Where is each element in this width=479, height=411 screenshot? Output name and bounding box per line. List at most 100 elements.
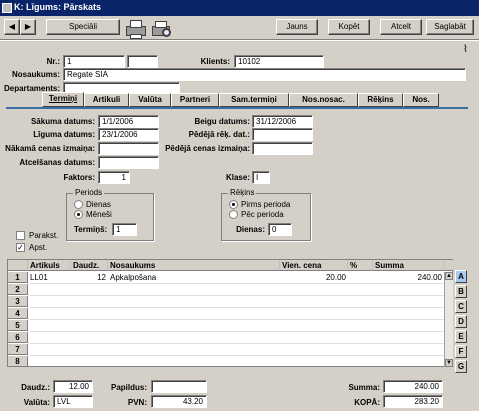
print-preview-icon[interactable] [150, 18, 174, 40]
new-button[interactable]: Jauns [276, 19, 318, 35]
last-invoice-date-label: Pēdējā rēķ. dat.: [188, 130, 250, 139]
last-invoice-date-field[interactable] [252, 128, 313, 141]
last-price-change-field[interactable] [252, 142, 313, 155]
scroll-up-icon[interactable]: ▲ [445, 272, 453, 280]
nr-label: Nr.: [46, 57, 60, 66]
tab-terms[interactable]: Termiņi [42, 92, 84, 107]
term-field[interactable]: 1 [112, 223, 137, 236]
end-date-field[interactable]: 31/12/2006 [252, 115, 313, 128]
tab-delivery-terms[interactable]: Nos.nosac. [289, 93, 358, 107]
tab-items[interactable]: Artikuli [84, 93, 129, 107]
footer-extra-field [151, 380, 207, 393]
row-number[interactable]: 6 [8, 332, 28, 343]
row-letter-g-button[interactable]: G [455, 360, 467, 373]
previous-record-button[interactable]: ◀ [4, 19, 20, 35]
window-icon [2, 3, 12, 13]
row-letter-d-button[interactable]: D [455, 315, 467, 328]
row-divider [28, 355, 449, 356]
invoice-group-title: Rēķins [228, 188, 257, 197]
row-letter-c-button[interactable]: C [455, 300, 467, 313]
nr-suffix-field[interactable] [127, 55, 158, 68]
tab-strip-underline [6, 107, 468, 109]
row-letter-b-button[interactable]: B [455, 285, 467, 298]
start-date-label: Sākuma datums: [30, 117, 95, 126]
items-table[interactable]: Artikuls Daudz. Nosaukums Vien. cena % S… [7, 259, 453, 367]
period-days-radio[interactable] [74, 200, 83, 209]
tab-items-label: Artikuli [92, 95, 121, 104]
special-button[interactable]: Speciāli [46, 19, 120, 35]
arrow-left-icon: ◀ [8, 22, 16, 31]
tab-delivery-terms-label: Nos.nosac. [302, 95, 345, 104]
row-number[interactable]: 5 [8, 320, 28, 331]
contract-date-field[interactable]: 23/1/2006 [98, 128, 159, 141]
cell-pct[interactable] [348, 272, 371, 283]
end-date-label: Beigu datums: [194, 117, 250, 126]
invoice-days-label: Dienas: [236, 225, 265, 234]
client-field[interactable]: 10102 [234, 55, 324, 68]
footer-total-field: 283.20 [383, 395, 443, 408]
row-letter-a-button[interactable]: A [455, 270, 467, 283]
factor-label: Faktors: [63, 173, 95, 182]
class-field[interactable]: I [252, 171, 270, 184]
footer-vat-label: PVN: [127, 398, 147, 407]
footer-currency-field[interactable]: LVL [53, 395, 93, 408]
next-price-change-label: Nākamā cenas izmaiņa: [5, 144, 95, 153]
tab-agreed-terms[interactable]: Sam.termiņi [219, 93, 289, 107]
cell-sum[interactable]: 240.00 [373, 272, 442, 283]
copy-button[interactable]: Kopēt [328, 19, 370, 35]
col-header-name[interactable]: Nosaukums [108, 260, 280, 271]
scroll-down-icon[interactable]: ▼ [445, 359, 453, 367]
row-divider [28, 295, 449, 296]
row-number[interactable]: 3 [8, 296, 28, 307]
invoice-before-radio[interactable] [229, 200, 238, 209]
cancellation-date-field[interactable] [98, 156, 159, 169]
cancel-button[interactable]: Atcelt [380, 19, 422, 35]
col-header-pct[interactable]: % [348, 260, 373, 271]
cancellation-date-label: Atcelšanas datums: [19, 158, 95, 167]
col-header-qty[interactable]: Daudz. [71, 260, 108, 271]
footer-total-label: KOPĀ: [354, 398, 380, 407]
cell-name[interactable]: Apkalpošana [110, 272, 278, 283]
tab-partners[interactable]: Partneri [171, 93, 219, 107]
row-number[interactable]: 1 [8, 272, 28, 283]
row-letter-e-button[interactable]: E [455, 330, 467, 343]
next-price-change-field[interactable] [98, 142, 159, 155]
row-number[interactable]: 4 [8, 308, 28, 319]
cell-item[interactable]: LL01 [30, 272, 70, 283]
row-number[interactable]: 7 [8, 344, 28, 355]
tab-currency[interactable]: Valūta [129, 93, 171, 107]
approved-checkbox[interactable]: ✓ [16, 243, 25, 252]
footer-vat-field: 43.20 [151, 395, 207, 408]
last-price-change-label: Pēdējā cenas izmaiņa: [165, 144, 250, 153]
tab-agreed-terms-label: Sam.termiņi [231, 95, 277, 104]
cell-price[interactable]: 20.00 [280, 272, 346, 283]
invoice-after-label: Pēc perioda [241, 210, 284, 219]
toolbar-divider [0, 39, 479, 41]
signed-checkbox[interactable] [16, 231, 25, 240]
invoice-after-radio[interactable] [229, 210, 238, 219]
paperclip-icon[interactable]: ⌇ [463, 44, 471, 57]
factor-field[interactable]: 1 [98, 171, 130, 184]
cell-qty[interactable]: 12 [71, 272, 106, 283]
row-number[interactable]: 8 [8, 356, 28, 367]
save-button[interactable]: Saglabāt [426, 19, 474, 35]
col-header-price[interactable]: Vien. cena [280, 260, 348, 271]
row-number[interactable]: 2 [8, 284, 28, 295]
start-date-field[interactable]: 1/1/2006 [98, 115, 159, 128]
tab-delivery[interactable]: Nos. [403, 93, 439, 107]
name-field[interactable]: Regate SIA [63, 68, 466, 81]
col-header-sum[interactable]: Summa [373, 260, 444, 271]
period-months-radio[interactable] [74, 210, 83, 219]
class-label: Klase: [225, 173, 250, 182]
client-label: Klients: [200, 57, 230, 66]
nr-field[interactable]: 1 [63, 55, 125, 68]
period-days-label: Dienas [86, 200, 111, 209]
printer-icon[interactable] [124, 18, 148, 40]
col-header-item[interactable]: Artikuls [28, 260, 71, 271]
tab-invoice[interactable]: Rēķins [358, 93, 403, 107]
invoice-days-field[interactable]: 0 [268, 223, 292, 236]
tab-currency-label: Valūta [138, 95, 162, 104]
next-record-button[interactable]: ▶ [20, 19, 36, 35]
row-letter-f-button[interactable]: F [455, 345, 467, 358]
table-scrollbar[interactable]: ▲ ▼ [444, 272, 453, 367]
